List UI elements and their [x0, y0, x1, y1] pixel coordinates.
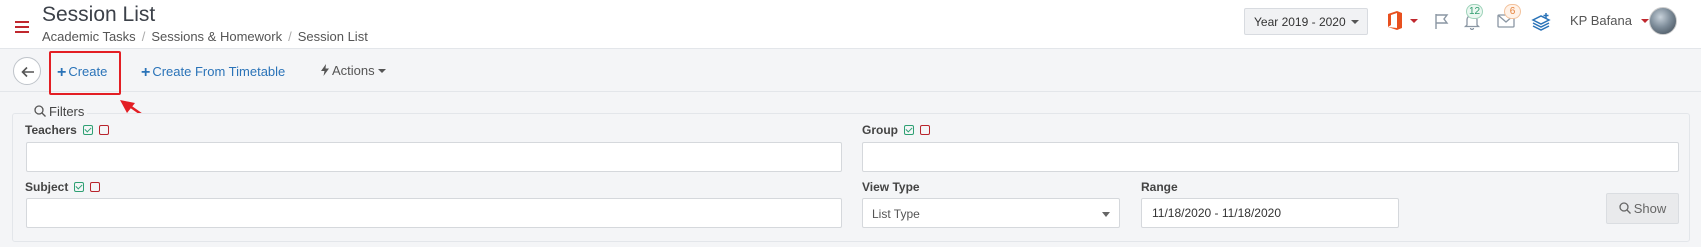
user-name[interactable]: KP Bafana	[1570, 13, 1632, 28]
range-input[interactable]: 11/18/2020 - 11/18/2020	[1141, 198, 1399, 228]
actions-label: Actions	[332, 63, 375, 78]
create-from-timetable-button[interactable]: + Create From Timetable	[141, 63, 285, 81]
breadcrumb-current: Session List	[297, 29, 368, 44]
page-title: Session List	[42, 3, 156, 26]
search-icon	[34, 105, 46, 117]
show-label: Show	[1633, 201, 1667, 216]
clear-selection-icon[interactable]	[920, 125, 930, 135]
filters-title: Filters	[31, 104, 88, 119]
messages-badge: 6	[1504, 4, 1521, 19]
back-button[interactable]	[13, 57, 41, 85]
layers-add-icon[interactable]	[1531, 12, 1551, 32]
user-menu-caret-icon[interactable]	[1641, 19, 1649, 23]
clear-selection-icon[interactable]	[90, 182, 101, 192]
breadcrumb: Academic Tasks / Sessions & Homework / Sessi…	[42, 29, 368, 44]
group-label-text: Group	[862, 123, 898, 137]
create-button[interactable]: + Create	[57, 63, 107, 81]
office-icon[interactable]	[1386, 10, 1404, 31]
select-all-check-icon[interactable]	[74, 182, 85, 192]
select-all-check-icon[interactable]	[904, 125, 914, 135]
notifications-badge: 12	[1466, 4, 1483, 19]
subject-input[interactable]	[26, 198, 842, 228]
create-from-timetable-label: Create From Timetable	[152, 64, 286, 79]
chevron-down-icon	[377, 69, 386, 73]
breadcrumb-academic-tasks[interactable]: Academic Tasks	[42, 29, 136, 44]
plus-icon: +	[57, 64, 67, 81]
show-button[interactable]: Show	[1606, 193, 1679, 224]
view-type-value: List Type	[872, 207, 920, 221]
range-label: Range	[1141, 180, 1178, 194]
subject-label: Subject	[25, 180, 101, 194]
view-type-select[interactable]: List Type	[862, 198, 1120, 228]
select-all-check-icon[interactable]	[82, 125, 93, 135]
breadcrumb-sessions-homework[interactable]: Sessions & Homework	[151, 29, 282, 44]
avatar[interactable]	[1649, 7, 1677, 35]
flag-icon[interactable]	[1433, 12, 1451, 30]
chevron-down-icon	[1351, 20, 1359, 24]
search-icon	[1619, 202, 1631, 214]
create-label: Create	[68, 64, 108, 79]
filters-title-text: Filters	[49, 104, 85, 119]
top-header: Session List Academic Tasks / Sessions & H…	[0, 0, 1701, 49]
view-type-label: View Type	[862, 180, 920, 194]
office-menu-caret-icon[interactable]	[1410, 19, 1418, 23]
teachers-label: Teachers	[25, 123, 109, 137]
arrow-left-icon	[21, 66, 34, 78]
clear-selection-icon[interactable]	[98, 125, 109, 135]
plus-icon: +	[141, 64, 151, 81]
teachers-label-text: Teachers	[25, 123, 77, 137]
group-label: Group	[862, 123, 930, 137]
teachers-input[interactable]	[26, 142, 842, 172]
menu-icon[interactable]	[15, 21, 29, 33]
year-select-value: Year 2019 - 2020	[1254, 15, 1346, 29]
group-input[interactable]	[862, 142, 1679, 172]
subject-label-text: Subject	[25, 180, 69, 194]
year-select[interactable]: Year 2019 - 2020	[1244, 8, 1368, 35]
lightning-icon	[321, 64, 329, 76]
actions-dropdown[interactable]: Actions	[321, 63, 386, 78]
chevron-down-icon	[1102, 212, 1110, 217]
toolbar: + Create + Create From Timetable Actions	[0, 50, 1701, 92]
